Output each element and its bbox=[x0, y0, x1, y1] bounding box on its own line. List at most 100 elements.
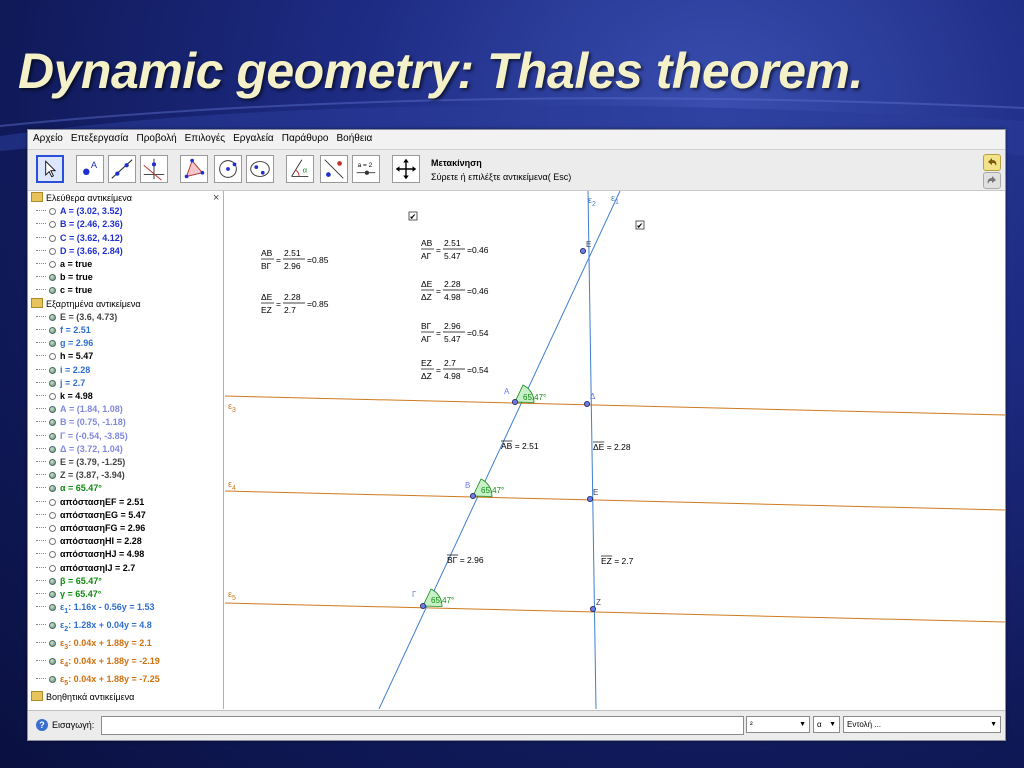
visibility-toggle-icon[interactable] bbox=[49, 525, 56, 532]
angle-tool[interactable]: α bbox=[286, 155, 314, 183]
visibility-toggle-icon[interactable] bbox=[49, 485, 56, 493]
algebra-item[interactable]: ε1: 1.16x - 0.56y = 1.53 bbox=[36, 601, 155, 615]
perpendicular-tool[interactable] bbox=[140, 155, 168, 183]
visibility-toggle-icon[interactable] bbox=[49, 591, 56, 598]
help-icon[interactable]: ? bbox=[36, 719, 48, 731]
slider-tool[interactable]: a = 2 bbox=[352, 155, 380, 183]
visibility-toggle-icon[interactable] bbox=[49, 432, 56, 440]
redo-button[interactable] bbox=[983, 172, 1001, 189]
algebra-item[interactable]: b = true bbox=[36, 271, 93, 284]
algebra-folder-header[interactable]: Εξαρτημένα αντικείμενα bbox=[31, 297, 141, 311]
polygon-tool[interactable] bbox=[180, 155, 208, 183]
move-tool[interactable] bbox=[36, 155, 64, 183]
algebra-item[interactable]: k = 4.98 bbox=[36, 390, 93, 403]
command-dropdown[interactable]: Εντολή ... ▼ bbox=[843, 716, 1001, 733]
point-tool[interactable]: A bbox=[76, 155, 104, 183]
visibility-toggle-icon[interactable] bbox=[49, 577, 56, 585]
visibility-toggle-icon[interactable] bbox=[49, 313, 56, 321]
input-field[interactable] bbox=[101, 716, 744, 735]
visibility-toggle-icon[interactable] bbox=[49, 604, 56, 612]
algebra-item[interactable]: απόστασηIJ = 2.7 bbox=[36, 562, 135, 575]
visibility-toggle-icon[interactable] bbox=[49, 445, 56, 453]
close-algebra-button[interactable]: × bbox=[213, 192, 219, 204]
algebra-item[interactable]: g = 2.96 bbox=[36, 337, 93, 350]
symbol-dropdown[interactable]: ² ▼ bbox=[746, 716, 810, 733]
algebra-item[interactable]: απόστασηEF = 2.51 bbox=[36, 496, 144, 509]
algebra-item[interactable]: Ζ = (3.87, -3.94) bbox=[36, 469, 125, 482]
algebra-item[interactable]: ε5: 0.04x + 1.88y = -7.25 bbox=[36, 673, 160, 687]
visibility-toggle-icon[interactable] bbox=[49, 327, 56, 334]
algebra-item[interactable]: B = (2.46, 2.36) bbox=[36, 218, 123, 231]
visibility-toggle-icon[interactable] bbox=[49, 366, 56, 374]
algebra-item[interactable]: απόστασηEG = 5.47 bbox=[36, 509, 146, 522]
algebra-item[interactable]: D = (3.66, 2.84) bbox=[36, 245, 123, 258]
algebra-item[interactable]: i = 2.28 bbox=[36, 364, 90, 377]
circle-tool[interactable] bbox=[214, 155, 242, 183]
visibility-toggle-icon[interactable] bbox=[49, 234, 56, 242]
algebra-item[interactable]: f = 2.51 bbox=[36, 324, 91, 337]
menu-options[interactable]: Επιλογές bbox=[180, 130, 228, 144]
visibility-toggle-icon[interactable] bbox=[49, 472, 56, 480]
menu-view[interactable]: Προβολή bbox=[131, 130, 179, 144]
line-tool[interactable] bbox=[108, 155, 136, 183]
menu-edit[interactable]: Επεξεργασία bbox=[66, 130, 132, 144]
undo-button[interactable] bbox=[983, 154, 1001, 171]
visibility-toggle-icon[interactable] bbox=[49, 287, 56, 295]
visibility-toggle-icon[interactable] bbox=[49, 498, 56, 506]
algebra-item[interactable]: Α = (1.84, 1.08) bbox=[36, 403, 123, 416]
move-view-tool[interactable] bbox=[392, 155, 420, 183]
algebra-item[interactable]: j = 2.7 bbox=[36, 377, 85, 390]
point-label-B: Β bbox=[465, 481, 470, 490]
visibility-toggle-icon[interactable] bbox=[49, 640, 56, 648]
visibility-toggle-icon[interactable] bbox=[49, 538, 56, 546]
visibility-toggle-icon[interactable] bbox=[49, 658, 56, 666]
algebra-item[interactable]: h = 5.47 bbox=[36, 350, 93, 363]
algebra-item[interactable]: απόστασηHJ = 4.98 bbox=[36, 548, 144, 561]
visibility-toggle-icon[interactable] bbox=[49, 622, 56, 630]
visibility-toggle-icon[interactable] bbox=[49, 274, 56, 282]
visibility-toggle-icon[interactable] bbox=[49, 208, 56, 216]
reflect-tool[interactable] bbox=[320, 155, 348, 183]
algebra-item[interactable]: απόστασηHI = 2.28 bbox=[36, 535, 142, 548]
algebra-item[interactable]: ε2: 1.28x + 0.04y = 4.8 bbox=[36, 619, 152, 633]
algebra-item[interactable]: γ = 65.47° bbox=[36, 588, 101, 601]
algebra-item[interactable]: Δ = (3.72, 1.04) bbox=[36, 443, 123, 456]
algebra-folder-header[interactable]: Ελεύθερα αντικείμενα bbox=[31, 192, 132, 205]
menu-file[interactable]: Αρχείο bbox=[28, 130, 66, 144]
visibility-toggle-icon[interactable] bbox=[49, 379, 56, 387]
algebra-item[interactable]: A = (3.02, 3.52) bbox=[36, 205, 122, 218]
menu-tools[interactable]: Εργαλεία bbox=[228, 130, 277, 144]
graphics-view[interactable]: 65.47° 65.47° 65.47° E Α Β Γ Δ Ε Ζε2 ε1 ε3 ε4 ε5 AB = … bbox=[225, 191, 1005, 709]
visibility-toggle-icon[interactable] bbox=[49, 419, 56, 427]
visibility-toggle-icon[interactable] bbox=[49, 551, 56, 559]
visibility-toggle-icon[interactable] bbox=[49, 393, 56, 400]
algebra-item[interactable]: ε3: 0.04x + 1.88y = 2.1 bbox=[36, 637, 152, 651]
algebra-item[interactable]: απόστασηFG = 2.96 bbox=[36, 522, 145, 535]
algebra-item[interactable]: c = true bbox=[36, 284, 92, 297]
menu-help[interactable]: Βοήθεια bbox=[331, 130, 375, 144]
greek-dropdown[interactable]: α ▼ bbox=[813, 716, 840, 733]
algebra-item[interactable]: Β = (0.75, -1.18) bbox=[36, 416, 126, 429]
visibility-toggle-icon[interactable] bbox=[49, 676, 56, 684]
visibility-toggle-icon[interactable] bbox=[49, 340, 56, 348]
command-dropdown-value: Εντολή ... bbox=[847, 720, 882, 729]
visibility-toggle-icon[interactable] bbox=[49, 247, 56, 255]
visibility-toggle-icon[interactable] bbox=[49, 353, 56, 361]
algebra-item[interactable]: α = 65.47° bbox=[36, 482, 102, 495]
visibility-toggle-icon[interactable] bbox=[49, 564, 56, 572]
algebra-item[interactable]: E = (3.6, 4.73) bbox=[36, 311, 117, 324]
algebra-item[interactable]: β = 65.47° bbox=[36, 575, 102, 588]
algebra-item[interactable]: Γ = (-0.54, -3.85) bbox=[36, 430, 128, 443]
algebra-item[interactable]: Ε = (3.79, -1.25) bbox=[36, 456, 125, 469]
menu-window[interactable]: Παράθυρο bbox=[277, 130, 332, 144]
algebra-folder-header[interactable]: Βοηθητικά αντικείμενα bbox=[31, 691, 134, 704]
visibility-toggle-icon[interactable] bbox=[49, 459, 56, 466]
algebra-item[interactable]: C = (3.62, 4.12) bbox=[36, 232, 123, 245]
conic-tool[interactable] bbox=[246, 155, 274, 183]
visibility-toggle-icon[interactable] bbox=[49, 406, 56, 414]
algebra-item[interactable]: a = true bbox=[36, 258, 92, 271]
visibility-toggle-icon[interactable] bbox=[49, 261, 56, 268]
visibility-toggle-icon[interactable] bbox=[49, 221, 56, 229]
visibility-toggle-icon[interactable] bbox=[49, 511, 56, 519]
algebra-item[interactable]: ε4: 0.04x + 1.88y = -2.19 bbox=[36, 655, 160, 669]
